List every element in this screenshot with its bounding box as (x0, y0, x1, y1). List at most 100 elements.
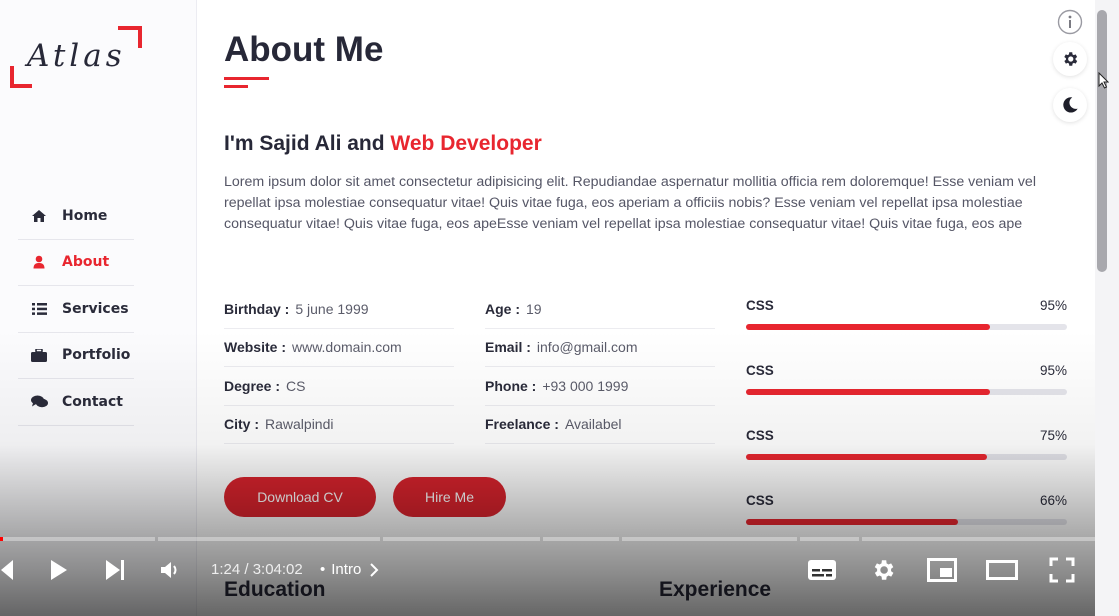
about-paragraph: Lorem ipsum dolor sit amet consectetur a… (224, 174, 1036, 233)
previous-button[interactable] (0, 550, 18, 590)
chapter-segment[interactable] (383, 537, 540, 541)
title-underline (224, 77, 269, 80)
info-label: Phone : (485, 377, 537, 394)
info-list-left: Birthday : 5 june 1999 Website : www.domai… (224, 290, 454, 444)
skills-list: CSS 95% CSS 95% CSS 75% CSS 66% (746, 296, 1067, 556)
skill-percent: 95% (1039, 363, 1067, 378)
next-button[interactable] (100, 550, 130, 590)
info-icon (1057, 9, 1083, 35)
scrollbar-thumb[interactable] (1097, 10, 1107, 272)
previous-icon (1, 560, 13, 580)
chapter-segment[interactable] (543, 537, 619, 541)
mouse-cursor-icon (1098, 72, 1109, 89)
skill-item: CSS 75% (746, 426, 1067, 491)
info-label: City : (224, 416, 259, 433)
theater-icon (986, 560, 1018, 580)
fullscreen-icon (1049, 557, 1075, 583)
skill-item: CSS 66% (746, 491, 1067, 556)
chapter-segment[interactable] (158, 537, 380, 541)
info-row-birthday: Birthday : 5 june 1999 (224, 290, 454, 329)
info-value: 19 (526, 300, 542, 317)
chapter-button[interactable]: • Intro (320, 561, 381, 578)
info-row-website: Website : www.domain.com (224, 329, 454, 367)
info-row-freelance: Freelance : Availabel (485, 406, 715, 444)
nav-label: Services (62, 300, 129, 317)
play-button[interactable] (44, 550, 74, 590)
volume-button[interactable] (156, 550, 186, 590)
chapter-segment[interactable] (0, 537, 155, 541)
title-underline-short (224, 85, 248, 88)
comments-icon (30, 395, 48, 408)
skill-progress-fill (746, 389, 990, 395)
chevron-right-icon (370, 562, 379, 577)
subtitles-icon (808, 560, 836, 580)
video-progress-bar[interactable] (0, 537, 1095, 541)
skill-progress-track (746, 454, 1067, 460)
briefcase-icon (30, 348, 48, 362)
skill-name: CSS (746, 428, 774, 443)
gear-icon (1064, 52, 1078, 66)
info-value: www.domain.com (291, 339, 402, 356)
nav-item-services[interactable]: Services (18, 286, 134, 333)
info-row-city: City : Rawalpindi (224, 406, 454, 444)
info-button[interactable] (1053, 5, 1087, 39)
info-value: +93 000 1999 (542, 377, 629, 394)
info-list-right: Age : 19 Email : info@gmail.com Phone : +93… (485, 290, 715, 444)
skill-progress-track (746, 324, 1067, 330)
info-label: Age : (485, 300, 520, 317)
subtitles-button[interactable] (805, 550, 839, 590)
chapter-separator: • (320, 561, 326, 578)
info-label: Degree : (224, 377, 281, 394)
skill-percent: 66% (1039, 493, 1067, 508)
fullscreen-button[interactable] (1045, 550, 1079, 590)
nav-item-about[interactable]: About (18, 240, 134, 286)
video-settings-button[interactable] (866, 550, 900, 590)
skill-percent: 75% (1039, 428, 1067, 443)
miniplayer-button[interactable] (925, 550, 959, 590)
info-value: info@gmail.com (536, 339, 638, 356)
nav-item-contact[interactable]: Contact (18, 379, 134, 426)
skill-progress-fill (746, 324, 990, 330)
info-row-email: Email : info@gmail.com (485, 329, 715, 367)
main-content: About Me I'm Sajid Ali and Web Developer… (197, 0, 1095, 616)
chapter-segment[interactable] (862, 537, 1095, 541)
skill-name: CSS (746, 493, 774, 508)
settings-button[interactable] (1053, 42, 1087, 76)
skill-progress-fill (746, 454, 987, 460)
info-label: Email : (485, 339, 531, 356)
theater-mode-button[interactable] (985, 550, 1019, 590)
chapter-segment[interactable] (800, 537, 859, 541)
info-label: Website : (224, 339, 286, 356)
video-controls: 1:24 / 3:04:02 • Intro (0, 550, 1095, 590)
skill-item: CSS 95% (746, 296, 1067, 361)
chapter-segment[interactable] (622, 537, 797, 541)
sidebar-nav: Home About Services Portfolio Contact (18, 193, 134, 426)
info-label: Freelance : (485, 416, 559, 433)
hire-me-button[interactable]: Hire Me (393, 477, 506, 517)
page-title: About Me (224, 30, 384, 69)
nav-label: Home (62, 207, 108, 224)
skill-item: CSS 95% (746, 361, 1067, 426)
info-value: CS (286, 377, 306, 394)
skill-percent: 95% (1039, 298, 1067, 313)
chapter-title: Intro (331, 561, 362, 578)
nav-item-portfolio[interactable]: Portfolio (18, 333, 134, 379)
home-icon (30, 209, 48, 223)
volume-icon (161, 562, 177, 578)
miniplayer-icon (927, 558, 957, 582)
logo[interactable]: Atlas (10, 26, 142, 90)
play-icon (51, 560, 67, 580)
info-row-age: Age : 19 (485, 290, 715, 329)
intro-prefix: I'm Sajid Ali and (224, 132, 391, 155)
nav-label: Contact (62, 393, 123, 410)
list-icon (30, 302, 48, 315)
skill-name: CSS (746, 363, 774, 378)
download-cv-button[interactable]: Download CV (224, 477, 376, 517)
intro-role: Web Developer (390, 132, 542, 155)
info-row-phone: Phone : +93 000 1999 (485, 367, 715, 406)
info-value: Availabel (564, 416, 622, 433)
nav-item-home[interactable]: Home (18, 193, 134, 240)
next-icon (106, 560, 124, 580)
page-scrollbar[interactable] (1095, 0, 1119, 616)
theme-toggle-button[interactable] (1053, 88, 1087, 122)
